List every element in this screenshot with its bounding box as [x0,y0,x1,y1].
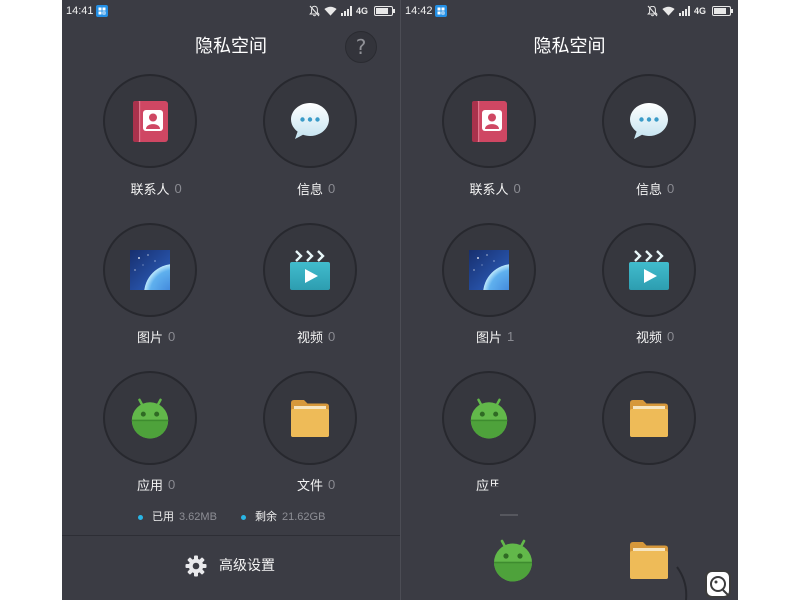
status-bar: 14:42 4G [401,0,738,24]
files-tile[interactable] [602,371,696,465]
watermark-logo [705,570,731,598]
contacts-icon [467,99,511,143]
apps-icon [128,396,172,440]
contacts-label: 联系人 [130,183,170,198]
dragging-apps-icon[interactable] [490,537,536,583]
storage-used-label: 已用 [152,510,174,523]
pictures-tile[interactable] [442,223,536,317]
contacts-label: 联系人 [469,183,509,198]
contacts-label-group: 联系人 0 [103,181,197,198]
battery-icon [374,6,395,16]
contacts-icon [128,99,172,143]
storage-free: 剩余 21.62GB [241,510,325,524]
apps-count: 0 [168,477,176,492]
mute-bell-icon [647,5,658,17]
videos-label-group: 视频 0 [263,329,357,346]
pictures-icon [467,248,511,292]
files-icon [288,396,332,440]
status-bar: 14:41 4G [62,0,400,24]
storage-used-dot [138,514,143,520]
pictures-label: 图片 [136,331,163,346]
files-icon [627,396,671,440]
network-type: 4G [355,6,368,16]
messages-label: 信息 [296,183,323,198]
status-time: 14:41 [66,5,94,17]
messages-label-group: 信息 0 [263,181,357,198]
messages-label-group: 信息 0 [602,181,696,198]
help-icon: ? [355,35,367,59]
pictures-label-group: 图片 1 [442,329,536,346]
mute-bell-icon [309,5,320,17]
messages-icon [627,99,671,143]
apps-tile[interactable] [442,371,536,465]
messages-tile[interactable] [263,74,357,168]
storage-free-value: 21.62GB [282,511,326,523]
contacts-tile[interactable] [103,74,197,168]
contacts-tile[interactable] [442,74,536,168]
videos-label-group: 视频 0 [602,329,696,346]
videos-count: 0 [328,329,336,344]
pictures-tile[interactable] [103,223,197,317]
app-notification-icon [96,5,108,17]
videos-tile[interactable] [263,223,357,317]
pictures-count: 1 [507,329,515,344]
advanced-settings-button[interactable]: 高级设置 [180,550,350,582]
privacy-space-screen-left: 14:41 4G 隐私空间 ? 联系人 0 信息 0 图片 0 视频 0 应用 … [62,0,400,600]
advanced-settings-label: 高级设置 [219,558,275,574]
storage-free-label: 剩余 [255,510,277,523]
storage-used-value: 3.62MB [179,511,217,523]
videos-label: 视频 [635,331,662,346]
pictures-icon [128,248,172,292]
signal-icon [340,6,352,16]
apps-icon [467,396,511,440]
privacy-space-screen-right: 14:42 4G 隐私空间 联系人 0 信息 0 图片 1 视频 0 应用 [401,0,738,600]
network-type: 4G [693,6,706,16]
apps-label: 应用 [136,479,163,494]
videos-icon [627,248,671,292]
divider [62,535,400,536]
tile-outline-arc [676,566,688,600]
status-icons: 4G [643,5,733,17]
apps-label: 应用 [475,479,502,494]
apps-label-group: 应用 [442,477,536,494]
app-notification-icon [435,5,447,17]
apps-label-group: 应用 0 [103,477,197,494]
files-label: 文件 [296,479,323,494]
files-count: 0 [328,477,336,492]
battery-icon [712,6,733,16]
messages-count: 0 [667,181,675,196]
storage-free-dot [241,514,246,520]
storage-used: 已用 3.62MB [138,510,217,524]
files-label-group: 文件 0 [263,477,357,494]
page-title: 隐私空间 [533,36,606,57]
videos-tile[interactable] [602,223,696,317]
gear-icon [185,555,207,577]
videos-label: 视频 [296,331,323,346]
wifi-icon [662,6,675,16]
pictures-label-group: 图片 0 [103,329,197,346]
contacts-count: 0 [174,181,182,196]
contacts-label-group: 联系人 0 [442,181,536,198]
help-button[interactable]: ? [345,31,377,63]
signal-icon [678,6,690,16]
status-icons: 4G [305,5,395,17]
videos-icon [288,248,332,292]
messages-label: 信息 [635,183,662,198]
pictures-count: 0 [168,329,176,344]
messages-icon [288,99,332,143]
videos-count: 0 [667,329,675,344]
apps-tile[interactable] [103,371,197,465]
messages-count: 0 [328,181,336,196]
messages-tile[interactable] [602,74,696,168]
files-tile[interactable] [263,371,357,465]
pictures-label: 图片 [475,331,502,346]
wifi-icon [324,6,337,16]
status-time: 14:42 [405,5,433,17]
contacts-count: 0 [513,181,521,196]
drag-indicator [500,514,518,516]
